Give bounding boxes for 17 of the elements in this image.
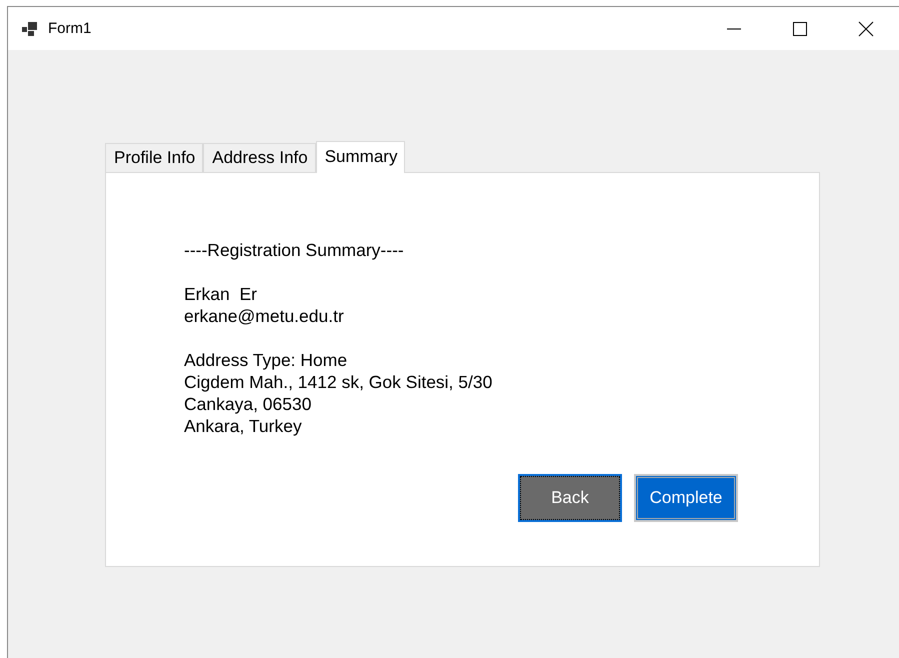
tab[interactable]: Profile Info — [105, 143, 204, 172]
close-icon — [858, 20, 874, 36]
app-icon — [22, 22, 38, 36]
summary-text: Address Type: Home — [184, 349, 348, 371]
back-button[interactable]: Back — [518, 474, 622, 522]
summary-text: Ankara, Turkey — [184, 415, 303, 437]
summary-text: erkane@metu.edu.tr — [184, 305, 345, 327]
summary-text: Cigdem Mah., 1412 sk, Gok Sitesi, 5/30 — [184, 371, 494, 393]
maximize-icon — [792, 20, 808, 36]
window-title: Form1 — [48, 20, 92, 37]
summary-text: ----Registration Summary---- — [184, 239, 405, 261]
tab[interactable]: Address Info — [203, 143, 316, 172]
complete-button[interactable]: Complete — [634, 474, 738, 522]
tab[interactable]: Summary — [316, 141, 406, 173]
summary-text: Cankaya, 06530 — [184, 393, 312, 415]
summary-text: Erkan Er — [184, 283, 258, 305]
minimize-icon — [727, 28, 741, 30]
